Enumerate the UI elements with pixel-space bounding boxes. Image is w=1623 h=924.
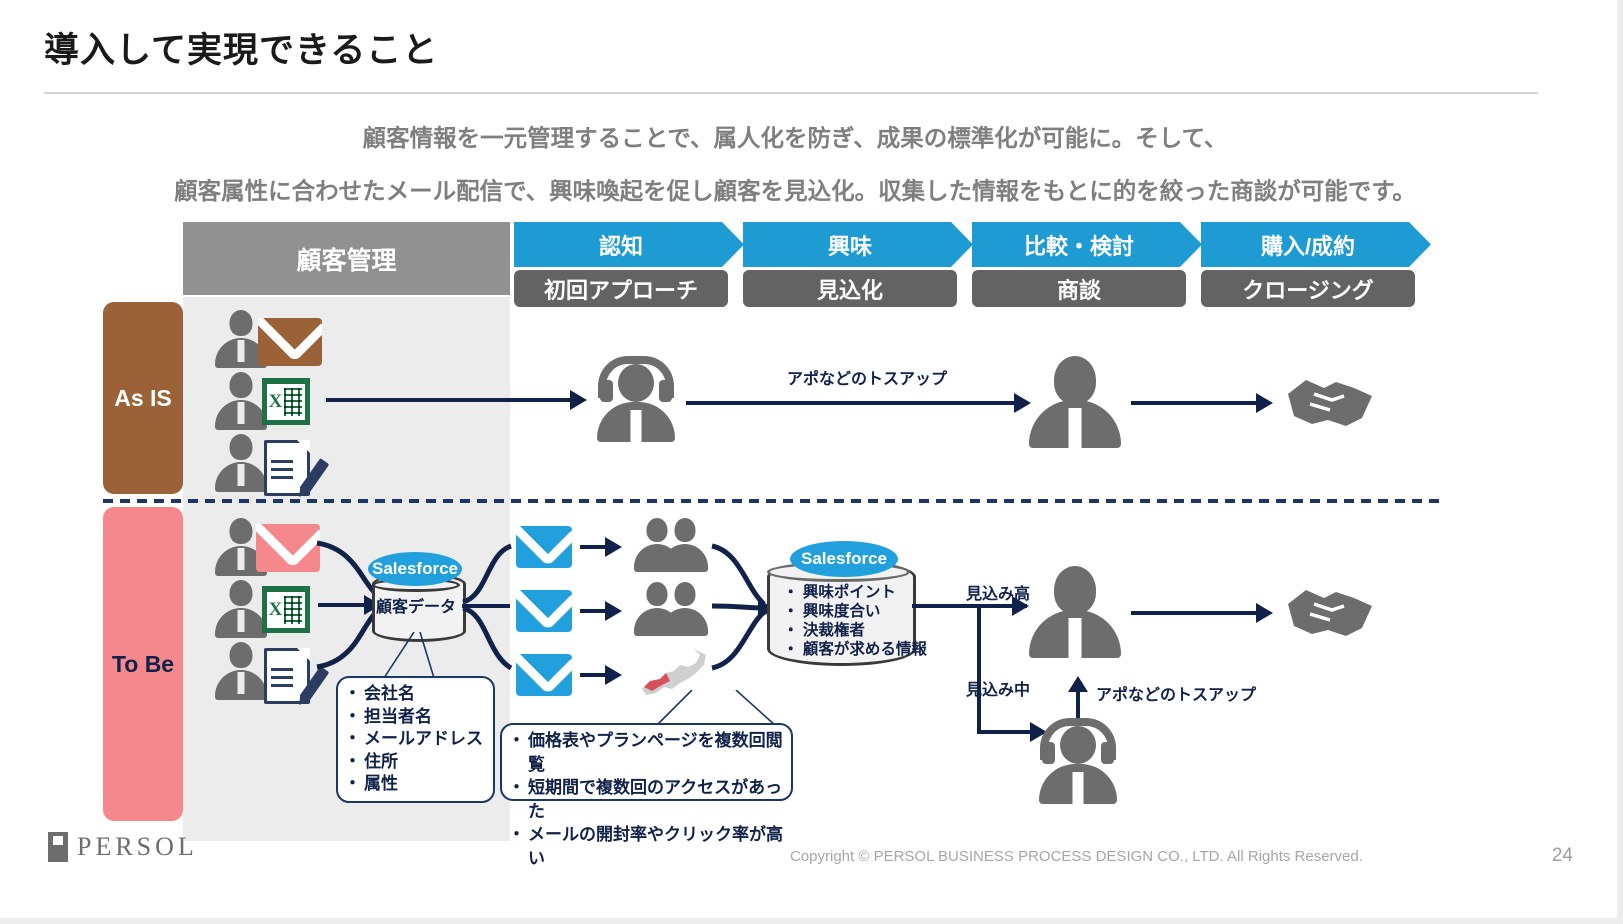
- page-number: 24: [1551, 845, 1573, 866]
- row-label-to-be: To Be: [103, 507, 183, 821]
- insight-item: ・ 顧客が求める情報: [783, 641, 927, 658]
- stage-activity-2: 見込化: [743, 270, 957, 307]
- crm-input-line: [318, 603, 366, 607]
- behavior-signal-item: 価格表やプランページを複数回閲覧: [508, 729, 791, 776]
- person-icon: [215, 642, 267, 700]
- call-agent-icon: [594, 356, 678, 442]
- subtitle-block: 顧客情報を一元管理することで、属人化を防ぎ、成果の標準化が可能に。そして、 顧客…: [40, 112, 1550, 218]
- insight-item-list: ・ 興味ポイント ・ 興味度合い ・ 決裁権者 ・ 顧客が求める情報: [783, 583, 927, 659]
- stage-activity-3: 商談: [972, 270, 1186, 307]
- crm-callout-leader: [383, 632, 435, 679]
- mail-arrow-1-line: [580, 545, 608, 549]
- sales-person-icon: [1029, 566, 1121, 658]
- persol-logo-text: PERSOL: [77, 832, 198, 861]
- mail-arrow-2-head: [605, 601, 622, 621]
- crm-field-item: メールアドレス: [344, 728, 493, 751]
- crm-field-item: 住所: [344, 751, 493, 774]
- tobe-close-arrow-line: [1131, 611, 1258, 615]
- stage-header-customer-management: 顧客管理: [183, 222, 510, 295]
- stage-chevron-2: 興味: [743, 222, 973, 267]
- as-is-tossup-label: アポなどのトスアップ: [787, 371, 948, 388]
- stage-chevron-4: 購入/成約: [1201, 222, 1431, 267]
- page-title: 導入して実現できること: [44, 31, 439, 70]
- as-is-arrow-1-line: [326, 398, 571, 402]
- insight-item: ・ 決裁権者: [783, 622, 865, 639]
- crm-fields-callout: 会社名 担当者名 メールアドレス 住所 属性: [336, 676, 495, 803]
- mail-icon: [258, 318, 322, 366]
- lead-high-label: 見込み高: [966, 586, 1031, 603]
- behavior-signal-item: メールの開封率やクリック率が高い: [508, 823, 791, 870]
- mail-icon: [256, 524, 320, 572]
- lead-mid-label: 見込み中: [966, 682, 1031, 699]
- stage-activity-4: クロージング: [1201, 270, 1415, 307]
- lead-mid-drop: [977, 604, 981, 734]
- person-icon: [215, 580, 267, 638]
- behavior-signals-callout: 価格表やプランページを複数回閲覧 短期間で複数回のアクセスがあった メールの開封…: [500, 723, 793, 868]
- handshake-icon: [1288, 380, 1372, 426]
- prospects-icon: [634, 582, 708, 638]
- title-divider: [44, 92, 1538, 94]
- crm-field-item: 担当者名: [344, 706, 493, 729]
- mail-mid-line: [462, 604, 510, 608]
- tobe-tossup-line: [1076, 690, 1080, 718]
- crm-cylinder-label: 顧客データ: [375, 598, 456, 616]
- row-divider-dashed: [103, 499, 1443, 503]
- handshake-icon: [1288, 590, 1372, 636]
- document-pen-icon: [264, 440, 330, 496]
- as-is-arrow-1-head: [570, 390, 587, 410]
- mail-icon: [516, 654, 572, 696]
- tobe-close-arrow-head: [1256, 603, 1273, 623]
- stage-chevron-3: 比較・検討: [972, 222, 1202, 267]
- mail-arrow-2-line: [580, 609, 608, 613]
- mail-icon: [516, 526, 572, 568]
- document-pen-icon: [264, 648, 330, 704]
- mail-arrow-3-line: [580, 673, 608, 677]
- person-icon: [215, 372, 267, 430]
- call-agent-icon: [1036, 718, 1120, 804]
- stage-activity-1: 初回アプローチ: [514, 270, 728, 307]
- crm-field-item: 属性: [344, 773, 493, 796]
- slide-canvas: 導入して実現できること 顧客情報を一元管理することで、属人化を防ぎ、成果の標準化…: [0, 0, 1623, 924]
- prospects-icon: [634, 518, 708, 574]
- subtitle-line-2: 顧客属性に合わせたメール配信で、興味喚起を促し顧客を見込化。収集した情報をもとに…: [174, 178, 1416, 204]
- row-label-as-is: As IS: [103, 302, 183, 494]
- mail-arrow-3-head: [605, 665, 622, 685]
- mail-arrow-1-head: [605, 537, 622, 557]
- insight-item: ・ 興味ポイント: [783, 584, 896, 601]
- salesforce-badge-insight: Salesforce: [790, 541, 898, 577]
- as-is-arrow-3-line: [1131, 401, 1258, 405]
- as-is-arrow-2-line: [686, 401, 1016, 405]
- salesforce-badge-crm: Salesforce: [368, 552, 462, 586]
- lead-mid-line: [977, 730, 1035, 734]
- persol-logo: PERSOL: [48, 832, 198, 862]
- person-icon: [215, 434, 267, 492]
- stage-chevron-1: 認知: [514, 222, 744, 267]
- behavior-signal-item: 短期間で複数回のアクセスがあった: [508, 776, 791, 823]
- excel-icon: X: [262, 378, 310, 425]
- mail-icon: [516, 590, 572, 632]
- tobe-tossup-head: [1068, 676, 1088, 692]
- insight-item: ・ 興味度合い: [783, 603, 881, 620]
- subtitle-line-1: 顧客情報を一元管理することで、属人化を防ぎ、成果の標準化が可能に。そして、: [362, 125, 1228, 151]
- tobe-tossup-label: アポなどのトスアップ: [1096, 687, 1257, 704]
- persol-logo-mark: [48, 832, 68, 862]
- sales-person-icon: [1029, 356, 1121, 448]
- copyright-text: Copyright © PERSOL BUSINESS PROCESS DESI…: [790, 848, 1363, 865]
- lead-branch-trunk: [912, 604, 1027, 608]
- excel-icon: X: [262, 586, 310, 633]
- as-is-arrow-3-head: [1256, 393, 1273, 413]
